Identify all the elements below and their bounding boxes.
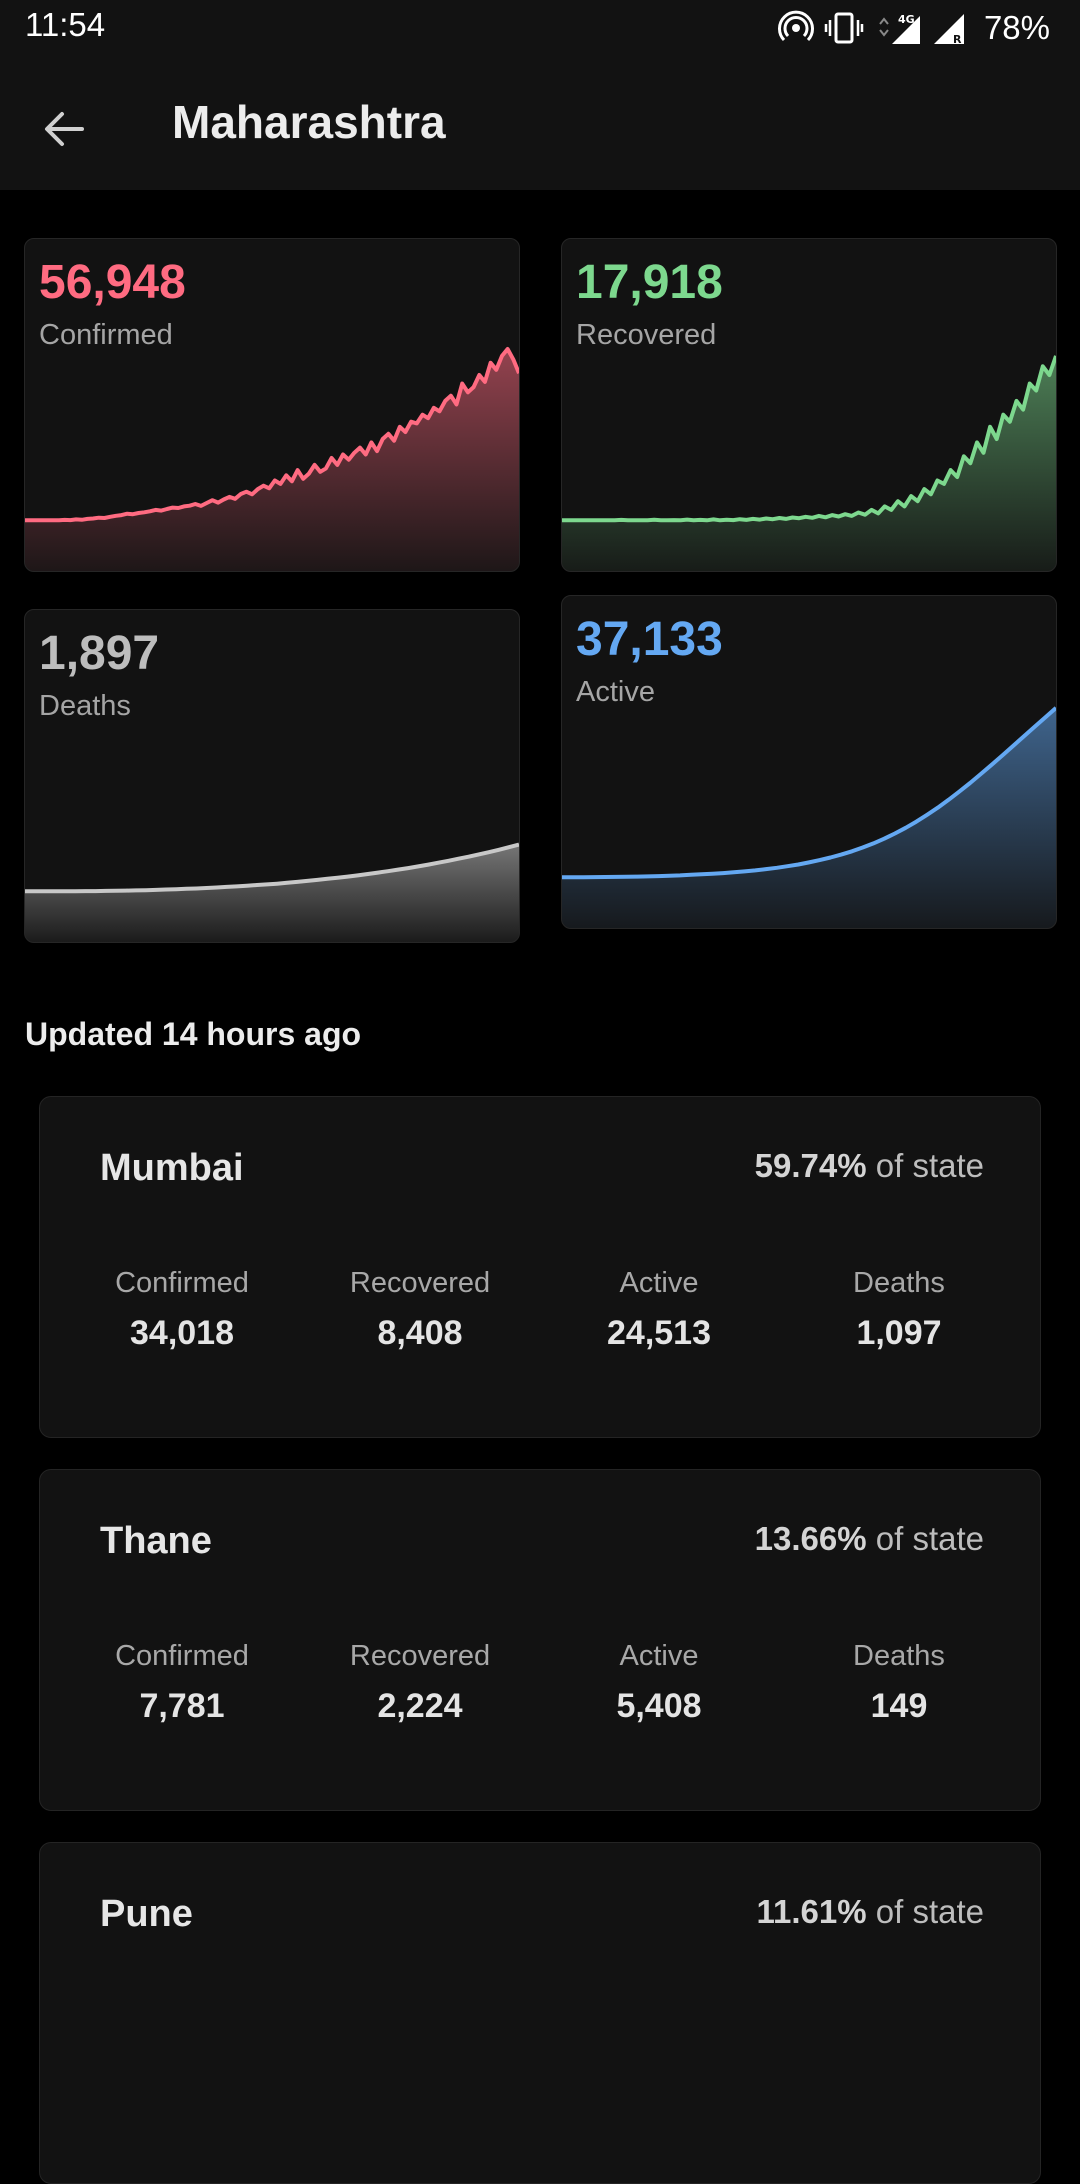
metric-label: Deaths bbox=[853, 1640, 945, 1672]
hotspot-icon bbox=[777, 10, 814, 42]
vibrate-icon bbox=[824, 12, 864, 44]
status-bar: 11:54 4G R 78% bbox=[0, 0, 1080, 56]
district-name: Pune bbox=[100, 1893, 193, 1935]
district-share-suffix: of state bbox=[866, 1147, 984, 1184]
metric-recovered: Recovered 2,224 bbox=[300, 1640, 540, 1726]
metric-label: Recovered bbox=[349, 1640, 491, 1672]
deaths-sparkline bbox=[25, 842, 519, 942]
svg-text:R: R bbox=[953, 33, 962, 46]
page-title: Maharashtra bbox=[172, 96, 446, 148]
district-share-pct: 11.61% bbox=[756, 1893, 867, 1930]
sparkline-area bbox=[562, 707, 1056, 928]
signal-4g-icon: 4G bbox=[879, 13, 920, 44]
app-bar: Maharashtra bbox=[0, 56, 1080, 190]
metric-label: Deaths bbox=[853, 1267, 945, 1299]
metric-active: Active 24,513 bbox=[539, 1267, 779, 1353]
updated-timestamp: Updated 14 hours ago bbox=[25, 1016, 362, 1052]
district-share: 59.74% of state bbox=[755, 1147, 984, 1185]
metric-confirmed: Confirmed 7,781 bbox=[62, 1640, 302, 1726]
confirmed-sparkline bbox=[25, 347, 519, 571]
district-share-pct: 13.66% bbox=[754, 1520, 867, 1557]
metric-confirmed: Confirmed 34,018 bbox=[62, 1267, 302, 1353]
signal-roaming-icon: R bbox=[933, 14, 964, 46]
status-icons: 4G R 78% bbox=[777, 8, 1050, 48]
deaths-card[interactable]: 1,897 Deaths bbox=[24, 609, 520, 943]
metric-recovered: Recovered 8,408 bbox=[300, 1267, 540, 1353]
district-share: 13.66% of state bbox=[755, 1520, 984, 1558]
sparkline-area bbox=[562, 355, 1056, 571]
metric-value: 5,408 bbox=[616, 1687, 702, 1725]
district-card-pune[interactable]: Pune 11.61% of state bbox=[39, 1842, 1041, 2184]
metric-value: 8,408 bbox=[377, 1314, 463, 1352]
battery-level: 78% bbox=[983, 9, 1050, 46]
metric-active: Active 5,408 bbox=[539, 1640, 779, 1726]
active-card[interactable]: 37,133 Active bbox=[561, 595, 1057, 929]
metric-label: Active bbox=[619, 1267, 699, 1299]
district-share-suffix: of state bbox=[866, 1520, 984, 1557]
district-share-suffix: of state bbox=[866, 1893, 984, 1930]
recovered-card[interactable]: 17,918 Recovered bbox=[561, 238, 1057, 572]
metric-deaths: Deaths 1,097 bbox=[779, 1267, 1019, 1353]
metric-deaths: Deaths 149 bbox=[779, 1640, 1019, 1726]
recovered-sparkline bbox=[562, 355, 1056, 571]
district-name: Thane bbox=[100, 1520, 212, 1562]
metric-value: 149 bbox=[870, 1687, 928, 1725]
district-card-mumbai[interactable]: Mumbai 59.74% of state Confirmed 34,018 R… bbox=[39, 1096, 1041, 1438]
district-card-thane[interactable]: Thane 13.66% of state Confirmed 7,781 Rec… bbox=[39, 1469, 1041, 1811]
sparkline-area bbox=[25, 349, 519, 571]
metric-value: 7,781 bbox=[139, 1687, 225, 1725]
metric-value: 24,513 bbox=[607, 1314, 711, 1352]
metric-value: 34,018 bbox=[130, 1314, 234, 1352]
svg-text:4G: 4G bbox=[898, 13, 915, 26]
sparkline-area bbox=[25, 844, 519, 942]
district-share-pct: 59.74% bbox=[754, 1147, 867, 1184]
arrow-left-icon bbox=[45, 112, 84, 146]
district-name: Mumbai bbox=[100, 1147, 244, 1189]
metric-value: 1,097 bbox=[856, 1314, 942, 1352]
active-sparkline bbox=[562, 706, 1056, 928]
metric-label: Recovered bbox=[349, 1267, 491, 1299]
metric-label: Confirmed bbox=[115, 1267, 249, 1299]
district-share: 11.61% of state bbox=[756, 1893, 984, 1931]
status-time: 11:54 bbox=[25, 6, 106, 43]
metric-label: Active bbox=[619, 1640, 699, 1672]
metric-label: Confirmed bbox=[115, 1640, 249, 1672]
confirmed-card[interactable]: 56,948 Confirmed bbox=[24, 238, 520, 572]
metric-value: 2,224 bbox=[377, 1687, 463, 1725]
back-button[interactable] bbox=[28, 93, 100, 165]
